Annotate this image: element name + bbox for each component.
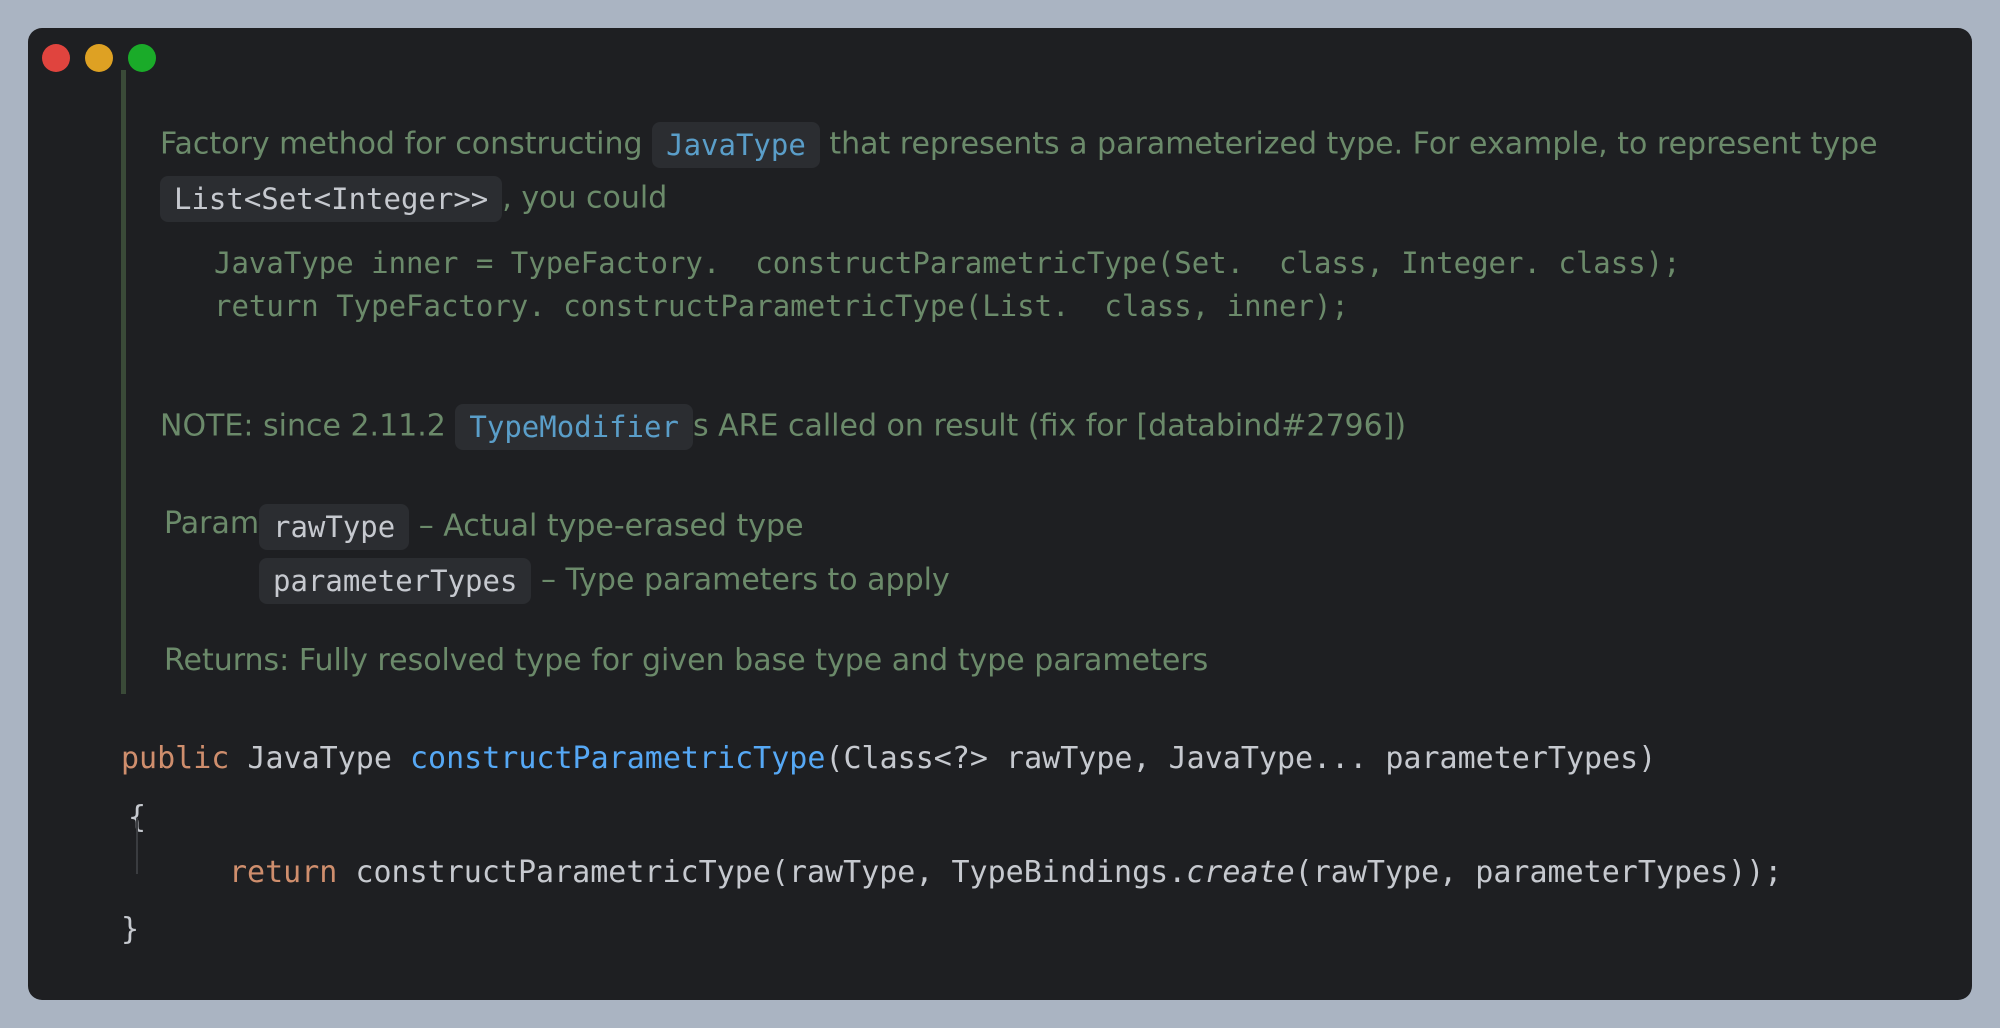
method-name: constructParametricType: [410, 741, 826, 776]
returns-description: Fully resolved type for given base type …: [298, 643, 1209, 678]
doc-text: NOTE: since 2.11.2: [160, 408, 446, 444]
static-call: create: [1186, 855, 1295, 890]
returns-label: Returns:: [164, 643, 290, 678]
javadoc-panel: Factory method for constructing JavaType…: [121, 70, 1906, 694]
window-controls: [42, 44, 171, 72]
doc-text: that represents a parameterized type. Fo…: [829, 126, 1878, 162]
param-parametertypes: parameterTypes – Type parameters to appl…: [259, 558, 950, 604]
doc-text: Factory method for constructing: [160, 126, 643, 162]
maximize-window-button[interactable]: [128, 44, 156, 72]
javatype-link[interactable]: JavaType: [652, 122, 820, 168]
indent-guide: [136, 818, 138, 874]
doc-text: , you could: [502, 180, 668, 216]
return-statement: return constructParametricType(rawType, …: [229, 855, 1782, 890]
call-text: constructParametricType(rawType, TypeBin…: [355, 855, 1187, 890]
param-name-chip: parameterTypes: [259, 558, 532, 604]
doc-text: s ARE called on result (fix for [databin…: [692, 408, 1407, 444]
typemodifier-link[interactable]: TypeModifier: [455, 404, 693, 450]
param-rawtype: rawType – Actual type-erased type: [259, 504, 804, 550]
param-description: – Type parameters to apply: [540, 562, 950, 598]
minimize-window-button[interactable]: [85, 44, 113, 72]
returns-line: Returns: Fully resolved type for given b…: [164, 643, 1208, 678]
keyword-public: public: [121, 741, 230, 776]
example-code-line1: JavaType inner = TypeFactory. constructP…: [214, 246, 1681, 280]
doc-description-line1: Factory method for constructing JavaType…: [160, 122, 1878, 168]
method-signature: public JavaType constructParametricType(…: [121, 741, 1656, 776]
call-tail: (rawType, parameterTypes));: [1294, 855, 1783, 890]
method-params: (Class<?> rawType, JavaType... parameter…: [825, 741, 1657, 776]
param-name-chip: rawType: [259, 504, 410, 550]
doc-description-line2: List<Set<Integer>>, you could: [160, 176, 667, 222]
doc-note: NOTE: since 2.11.2 TypeModifier s ARE cal…: [160, 404, 1406, 450]
keyword-return: return: [229, 855, 338, 890]
close-window-button[interactable]: [42, 44, 70, 72]
param-description: – Actual type-erased type: [418, 508, 804, 544]
return-type: JavaType: [247, 741, 392, 776]
code-chip: List<Set<Integer>>: [160, 176, 503, 222]
example-code-line2: return TypeFactory. constructParametricT…: [214, 289, 1349, 323]
close-brace: }: [121, 912, 140, 947]
